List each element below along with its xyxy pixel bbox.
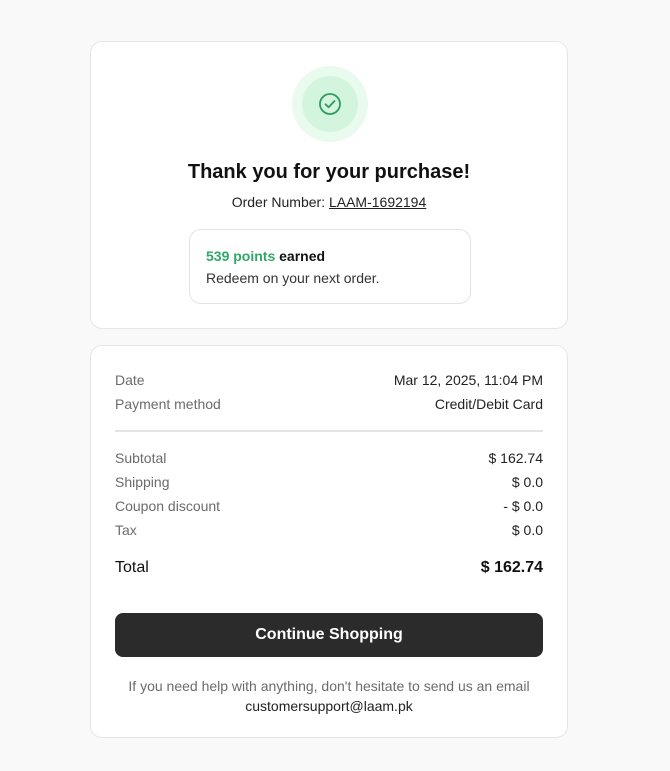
confirmation-card: Thank you for your purchase! Order Numbe… xyxy=(90,41,568,329)
date-value: Mar 12, 2025, 11:04 PM xyxy=(393,372,543,388)
divider xyxy=(115,430,543,432)
shipping-label: Shipping xyxy=(115,474,170,490)
total-label: Total xyxy=(115,559,149,576)
subtotal-row: Subtotal $ 162.74 xyxy=(115,450,543,466)
date-row: Date Mar 12, 2025, 11:04 PM xyxy=(115,372,543,388)
help-text: If you need help with anything, don't he… xyxy=(91,676,567,716)
points-earned-box: 539 points earned Redeem on your next or… xyxy=(189,229,471,304)
total-row: Total $ 162.74 xyxy=(115,559,543,577)
tax-value: $ 0.0 xyxy=(511,522,543,538)
coupon-discount-value: - $ 0.0 xyxy=(503,498,543,514)
order-number-link[interactable]: LAAM-1692194 xyxy=(329,194,426,210)
confirmation-title: Thank you for your purchase! xyxy=(187,161,471,183)
continue-shopping-button[interactable]: Continue Shopping xyxy=(115,613,543,657)
date-label: Date xyxy=(115,372,145,388)
support-email-link[interactable]: customersupport@laam.pk xyxy=(91,696,567,716)
subtotal-label: Subtotal xyxy=(115,450,167,466)
order-number-label: Order Number: xyxy=(231,194,326,210)
coupon-discount-label: Coupon discount xyxy=(115,498,221,514)
order-summary-card: Date Mar 12, 2025, 11:04 PM Payment meth… xyxy=(90,345,568,738)
order-number-line: Order Number: LAAM-1692194 xyxy=(91,194,567,210)
tax-row: Tax $ 0.0 xyxy=(115,522,543,538)
coupon-discount-row: Coupon discount - $ 0.0 xyxy=(115,498,543,514)
points-value: 539 points xyxy=(206,248,276,264)
tax-label: Tax xyxy=(115,522,137,538)
check-circle-icon xyxy=(319,93,341,115)
points-subtitle: Redeem on your next order. xyxy=(206,270,380,286)
total-value: $ 162.74 xyxy=(480,559,543,576)
points-suffix: earned xyxy=(279,248,326,264)
payment-method-label: Payment method xyxy=(115,396,221,412)
payment-method-value: Credit/Debit Card xyxy=(434,396,543,412)
check-badge xyxy=(292,66,368,142)
subtotal-value: $ 162.74 xyxy=(488,450,544,466)
help-message: If you need help with anything, don't he… xyxy=(128,678,530,694)
shipping-value: $ 0.0 xyxy=(511,474,543,490)
payment-method-row: Payment method Credit/Debit Card xyxy=(115,396,543,412)
shipping-row: Shipping $ 0.0 xyxy=(115,474,543,490)
